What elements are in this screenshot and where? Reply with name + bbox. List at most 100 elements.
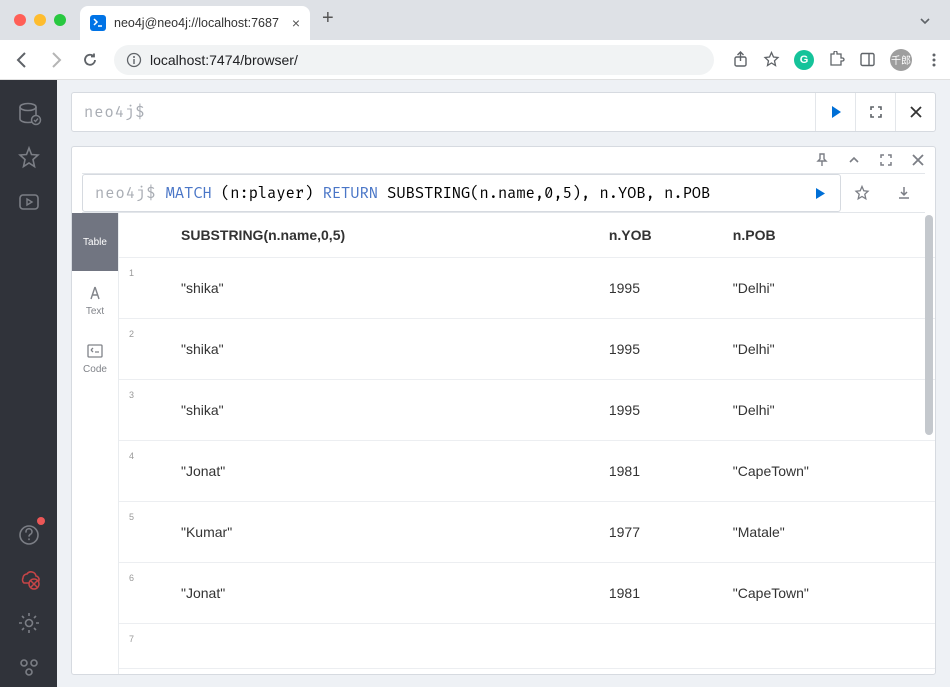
browser-toolbar: localhost:7474/browser/ G 千郎	[0, 40, 950, 80]
cell-value: 1981	[609, 441, 733, 502]
site-info-icon[interactable]	[126, 52, 142, 68]
extensions-icon[interactable]	[828, 51, 845, 68]
bookmark-star-icon[interactable]	[763, 51, 780, 68]
table-row: 1"shika"1995"Delhi"	[119, 258, 935, 319]
reload-button[interactable]	[76, 46, 104, 74]
row-index: 5	[119, 502, 167, 563]
table-row: 4"Jonat"1981"CapeTown"	[119, 441, 935, 502]
table-row: 5"Kumar"1977"Matale"	[119, 502, 935, 563]
cell-value: 1981	[609, 563, 733, 624]
close-frame-button[interactable]	[911, 153, 925, 167]
favorite-query-button[interactable]	[841, 174, 883, 212]
rerun-query-button[interactable]	[800, 187, 840, 200]
cloud-sync-icon[interactable]	[9, 559, 49, 599]
neo4j-browser-app: neo4j$	[0, 80, 950, 687]
run-query-button[interactable]	[815, 93, 855, 131]
code-view-tab[interactable]: Code	[72, 329, 118, 387]
address-bar[interactable]: localhost:7474/browser/	[114, 45, 714, 75]
text-tab-label: Text	[86, 306, 104, 317]
close-tab-button[interactable]: ×	[292, 15, 300, 31]
row-index: 7	[119, 624, 167, 669]
cell-value: "Kumar"	[167, 502, 609, 563]
help-icon[interactable]	[9, 515, 49, 555]
tab-list-button[interactable]	[918, 14, 932, 28]
scrollbar-thumb[interactable]	[925, 215, 933, 435]
frame-query-row: neo4j$ MATCH (n:player) RETURN SUBSTRING…	[82, 173, 925, 213]
cell-value: "Jonat"	[167, 441, 609, 502]
share-icon[interactable]	[732, 51, 749, 68]
browser-tab-strip: neo4j@neo4j://localhost:7687 × +	[0, 0, 950, 40]
minimize-window-button[interactable]	[34, 14, 46, 26]
close-window-button[interactable]	[14, 14, 26, 26]
settings-gear-icon[interactable]	[9, 603, 49, 643]
fullscreen-frame-button[interactable]	[879, 153, 893, 167]
cypher-keyword-return: RETURN	[323, 184, 378, 203]
frame-query-box: neo4j$ MATCH (n:player) RETURN SUBSTRING…	[82, 174, 841, 212]
url-text: localhost:7474/browser/	[150, 52, 702, 68]
about-icon[interactable]	[9, 647, 49, 687]
collapse-frame-button[interactable]	[847, 153, 861, 167]
cell-value	[167, 624, 609, 669]
cypher-text: (n:player)	[212, 184, 323, 203]
cell-value: "Delhi"	[733, 380, 935, 441]
row-index: 4	[119, 441, 167, 502]
frame-query-text[interactable]: neo4j$ MATCH (n:player) RETURN SUBSTRING…	[83, 184, 800, 203]
cypher-text: SUBSTRING(n.name,0,5), n.YOB, n.POB	[378, 184, 710, 203]
cell-value	[733, 624, 935, 669]
cell-value: "CapeTown"	[733, 441, 935, 502]
download-result-button[interactable]	[883, 174, 925, 212]
favorites-star-icon[interactable]	[9, 138, 49, 178]
cypher-keyword-match: MATCH	[166, 184, 212, 203]
side-panel-icon[interactable]	[859, 51, 876, 68]
result-table: SUBSTRING(n.name,0,5) n.YOB n.POB 1"shik…	[119, 213, 935, 669]
result-frame: neo4j$ MATCH (n:player) RETURN SUBSTRING…	[71, 146, 936, 675]
cell-value: "Jonat"	[167, 563, 609, 624]
cell-value: 1977	[609, 502, 733, 563]
guides-play-icon[interactable]	[9, 182, 49, 222]
frame-prompt: neo4j$	[95, 184, 156, 203]
close-editor-button[interactable]	[895, 93, 935, 131]
profile-avatar[interactable]: 千郎	[890, 49, 912, 71]
window-controls	[14, 14, 66, 26]
notification-badge	[37, 517, 45, 525]
cell-value: 1995	[609, 380, 733, 441]
cell-value: "shika"	[167, 319, 609, 380]
column-header: n.YOB	[609, 213, 733, 258]
result-table-wrapper[interactable]: SUBSTRING(n.name,0,5) n.YOB n.POB 1"shik…	[119, 213, 935, 674]
browser-menu-icon[interactable]	[926, 52, 942, 68]
cypher-input[interactable]: neo4j$	[72, 93, 815, 131]
cell-value	[609, 624, 733, 669]
cell-value: "Delhi"	[733, 258, 935, 319]
grammarly-extension-icon[interactable]: G	[794, 50, 814, 70]
table-view-tab: Table	[72, 213, 118, 271]
forward-button[interactable]	[42, 46, 70, 74]
table-row: 2"shika"1995"Delhi"	[119, 319, 935, 380]
tab-favicon	[90, 15, 106, 31]
fullscreen-editor-button[interactable]	[855, 93, 895, 131]
cell-value: "shika"	[167, 258, 609, 319]
row-index: 6	[119, 563, 167, 624]
text-view-tab[interactable]: Text	[72, 271, 118, 329]
new-tab-button[interactable]: +	[322, 7, 334, 30]
editor-prompt: neo4j$	[84, 103, 145, 122]
main-content: neo4j$	[57, 80, 950, 687]
maximize-window-button[interactable]	[54, 14, 66, 26]
back-button[interactable]	[8, 46, 36, 74]
tab-title: neo4j@neo4j://localhost:7687	[114, 16, 284, 30]
table-header-row: SUBSTRING(n.name,0,5) n.YOB n.POB	[119, 213, 935, 258]
table-row: 7	[119, 624, 935, 669]
view-tabs: Table Text Code	[72, 213, 119, 674]
column-header: SUBSTRING(n.name,0,5)	[119, 213, 609, 258]
row-index: 3	[119, 380, 167, 441]
database-icon[interactable]	[9, 94, 49, 134]
cell-value: "shika"	[167, 380, 609, 441]
table-row: 3"shika"1995"Delhi"	[119, 380, 935, 441]
code-tab-label: Code	[83, 364, 107, 375]
pin-frame-button[interactable]	[815, 153, 829, 167]
row-index: 1	[119, 258, 167, 319]
cell-value: "Matale"	[733, 502, 935, 563]
frame-body: Table Text Code SUBST	[72, 213, 935, 674]
toolbar-actions: G 千郎	[732, 49, 942, 71]
cell-value: "CapeTown"	[733, 563, 935, 624]
browser-tab[interactable]: neo4j@neo4j://localhost:7687 ×	[80, 6, 310, 40]
